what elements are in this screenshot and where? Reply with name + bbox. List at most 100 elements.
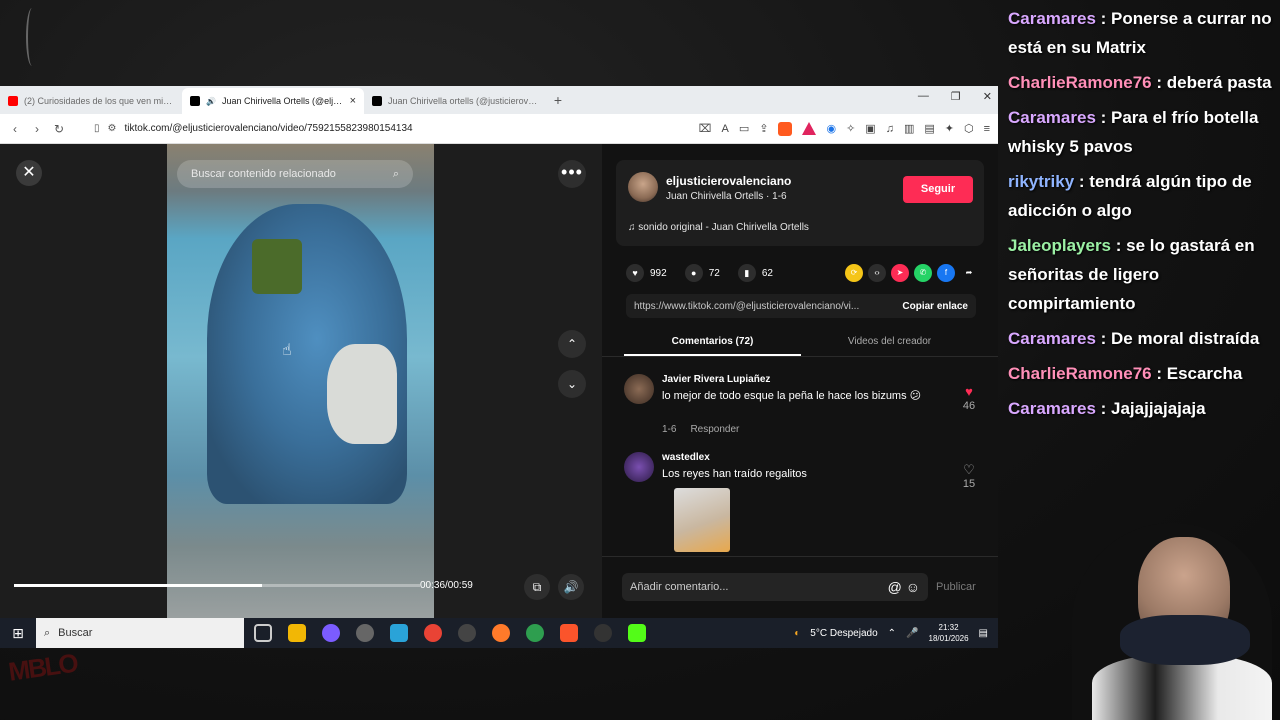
close-window-icon[interactable]: ✕ xyxy=(983,90,992,103)
search-icon[interactable]: ⌕ xyxy=(393,168,399,181)
browser-tab-tiktok-active[interactable]: 🔊 Juan Chirivella Ortells (@eljusticiero… xyxy=(182,88,364,114)
chrome-icon[interactable] xyxy=(424,624,442,642)
video-progress-bar[interactable] xyxy=(14,584,420,587)
chat-username[interactable]: Caramares xyxy=(1008,108,1096,127)
sound-info[interactable]: ♫ sonido original - Juan Chirivella Orte… xyxy=(628,222,809,233)
emoji-icon[interactable]: ☺ xyxy=(906,579,920,595)
extension-puzzle-icon[interactable]: ✧ xyxy=(846,122,855,135)
chat-username[interactable]: Caramares xyxy=(1008,9,1096,28)
channel-logo: MBLO xyxy=(6,647,79,687)
app-icon[interactable] xyxy=(356,624,374,642)
translate-icon[interactable]: A xyxy=(721,123,728,135)
clock[interactable]: 21:32 18/01/2026 xyxy=(929,622,969,644)
chat-username[interactable]: Jaleoplayers xyxy=(1008,236,1111,255)
menu-icon[interactable]: ≡ xyxy=(984,123,990,135)
windows-start-icon[interactable]: ⊞ xyxy=(0,625,36,642)
tab-creator-videos[interactable]: Videos del creador xyxy=(801,328,978,356)
site-info-icon[interactable]: ⚙ xyxy=(108,123,117,134)
forward-icon[interactable]: › xyxy=(30,122,44,136)
notifications-icon[interactable]: ▤ xyxy=(979,628,988,639)
whatsapp-icon[interactable]: ✆ xyxy=(914,264,932,282)
telegram-icon[interactable] xyxy=(390,624,408,642)
comment-username[interactable]: wastedlex xyxy=(662,452,710,463)
like-stat[interactable]: ♥ 992 xyxy=(626,264,667,282)
address-bar[interactable]: ▯ ⚙ tiktok.com/@eljusticierovalenciano/v… xyxy=(74,118,691,140)
follow-button[interactable]: Seguir xyxy=(903,176,973,203)
related-search-bar[interactable]: Buscar contenido relacionado ⌕ xyxy=(177,160,413,188)
avatar[interactable] xyxy=(628,172,658,202)
reply-button[interactable]: Responder xyxy=(690,424,739,435)
share-icon[interactable]: ⇪ xyxy=(759,122,768,135)
more-options-button[interactable]: ••• xyxy=(558,160,586,188)
app-icon[interactable] xyxy=(322,624,340,642)
reload-icon[interactable]: ↻ xyxy=(52,122,66,136)
author-username[interactable]: eljusticierovalenciano xyxy=(666,174,791,188)
repost-icon[interactable]: ⟳ xyxy=(845,264,863,282)
microphone-icon[interactable]: 🎤 xyxy=(906,628,918,639)
tab-comments[interactable]: Comentarios (72) xyxy=(624,328,801,356)
comment-username[interactable]: Javier Rivera Lupiañez xyxy=(662,374,770,385)
avatar[interactable] xyxy=(624,374,654,404)
share-buttons: ⟳ ‹› ➤ ✆ f ➦ xyxy=(845,264,978,282)
browser-tab-youtube[interactable]: (2) Curiosidades de los que ven mi canal xyxy=(0,88,182,114)
share-arrow-icon[interactable]: ➦ xyxy=(960,264,978,282)
close-video-button[interactable]: ✕ xyxy=(16,160,42,186)
maximize-icon[interactable]: ❐ xyxy=(951,90,961,103)
avatar[interactable] xyxy=(624,452,654,482)
weather-text[interactable]: 5°C Despejado xyxy=(810,628,877,639)
browser-tab-tiktok[interactable]: Juan Chirivella ortells (@justicierovale… xyxy=(364,88,546,114)
reader-mode-icon[interactable]: ⌧ xyxy=(699,122,712,135)
comment-icon: ● xyxy=(684,264,703,282)
publish-button[interactable]: Publicar xyxy=(936,581,976,593)
ai-icon[interactable]: ✦ xyxy=(945,122,954,135)
chat-username[interactable]: rikytriky xyxy=(1008,172,1074,191)
firefox-icon[interactable] xyxy=(492,624,510,642)
comment-input[interactable]: Añadir comentario... @ ☺ xyxy=(622,573,928,601)
previous-video-button[interactable]: ⌃ xyxy=(558,330,586,358)
taskbar-search[interactable]: ⌕ Buscar xyxy=(36,618,244,648)
mouse-cursor-icon: ☝ xyxy=(282,342,292,359)
chat-username[interactable]: Caramares xyxy=(1008,329,1096,348)
chat-username[interactable]: CharlieRamone76 xyxy=(1008,73,1152,92)
wallet-icon[interactable]: ▤ xyxy=(924,122,934,135)
chevron-up-icon[interactable]: ⌃ xyxy=(888,628,896,639)
brave-icon[interactable] xyxy=(560,624,578,642)
task-view-icon[interactable] xyxy=(254,624,272,642)
weather-icon[interactable]: ◐ xyxy=(794,628,800,639)
kick-icon[interactable] xyxy=(628,624,646,642)
comment-like-button[interactable]: ♡ 15 xyxy=(954,462,984,490)
facebook-icon[interactable]: f xyxy=(937,264,955,282)
new-tab-button[interactable]: + xyxy=(546,92,570,108)
save-stat[interactable]: ▮ 62 xyxy=(737,264,773,282)
xbox-icon[interactable] xyxy=(526,624,544,642)
sidebar-icon[interactable]: ▥ xyxy=(904,122,914,135)
music-icon[interactable]: ♫ xyxy=(886,123,894,135)
vpn-icon[interactable]: ⬡ xyxy=(964,122,974,135)
obs-icon[interactable] xyxy=(594,624,612,642)
embed-icon[interactable]: ‹› xyxy=(868,264,886,282)
comment-like-button[interactable]: ♥ 46 xyxy=(954,384,984,412)
microsoft-store-icon[interactable] xyxy=(288,624,306,642)
back-icon[interactable]: ‹ xyxy=(8,122,22,136)
copy-link-button[interactable]: Copiar enlace xyxy=(902,301,968,312)
cast-icon[interactable]: ▭ xyxy=(739,122,749,135)
chat-separator: : xyxy=(1151,73,1167,92)
comment-stat[interactable]: ● 72 xyxy=(684,264,720,282)
volume-icon[interactable]: 🔊 xyxy=(558,574,584,600)
comment-image[interactable] xyxy=(674,488,730,552)
send-icon[interactable]: ➤ xyxy=(891,264,909,282)
minimize-icon[interactable]: — xyxy=(918,90,929,103)
close-tab-icon[interactable]: × xyxy=(350,95,356,107)
next-video-button[interactable]: ⌄ xyxy=(558,370,586,398)
audio-icon[interactable]: ◉ xyxy=(826,122,836,135)
bookmark-icon[interactable]: ▯ xyxy=(94,123,100,134)
chat-username[interactable]: Caramares xyxy=(1008,399,1096,418)
mention-icon[interactable]: @ xyxy=(888,579,902,595)
brave-rewards-icon[interactable] xyxy=(802,122,817,135)
brave-shield-icon[interactable] xyxy=(778,121,793,136)
video-frame[interactable]: Buscar contenido relacionado ⌕ xyxy=(167,144,434,618)
floating-player-button[interactable]: ⧉ xyxy=(524,574,550,600)
media-player-icon[interactable] xyxy=(458,624,476,642)
chat-username[interactable]: CharlieRamone76 xyxy=(1008,364,1152,383)
extension-icon[interactable]: ▣ xyxy=(865,122,875,135)
